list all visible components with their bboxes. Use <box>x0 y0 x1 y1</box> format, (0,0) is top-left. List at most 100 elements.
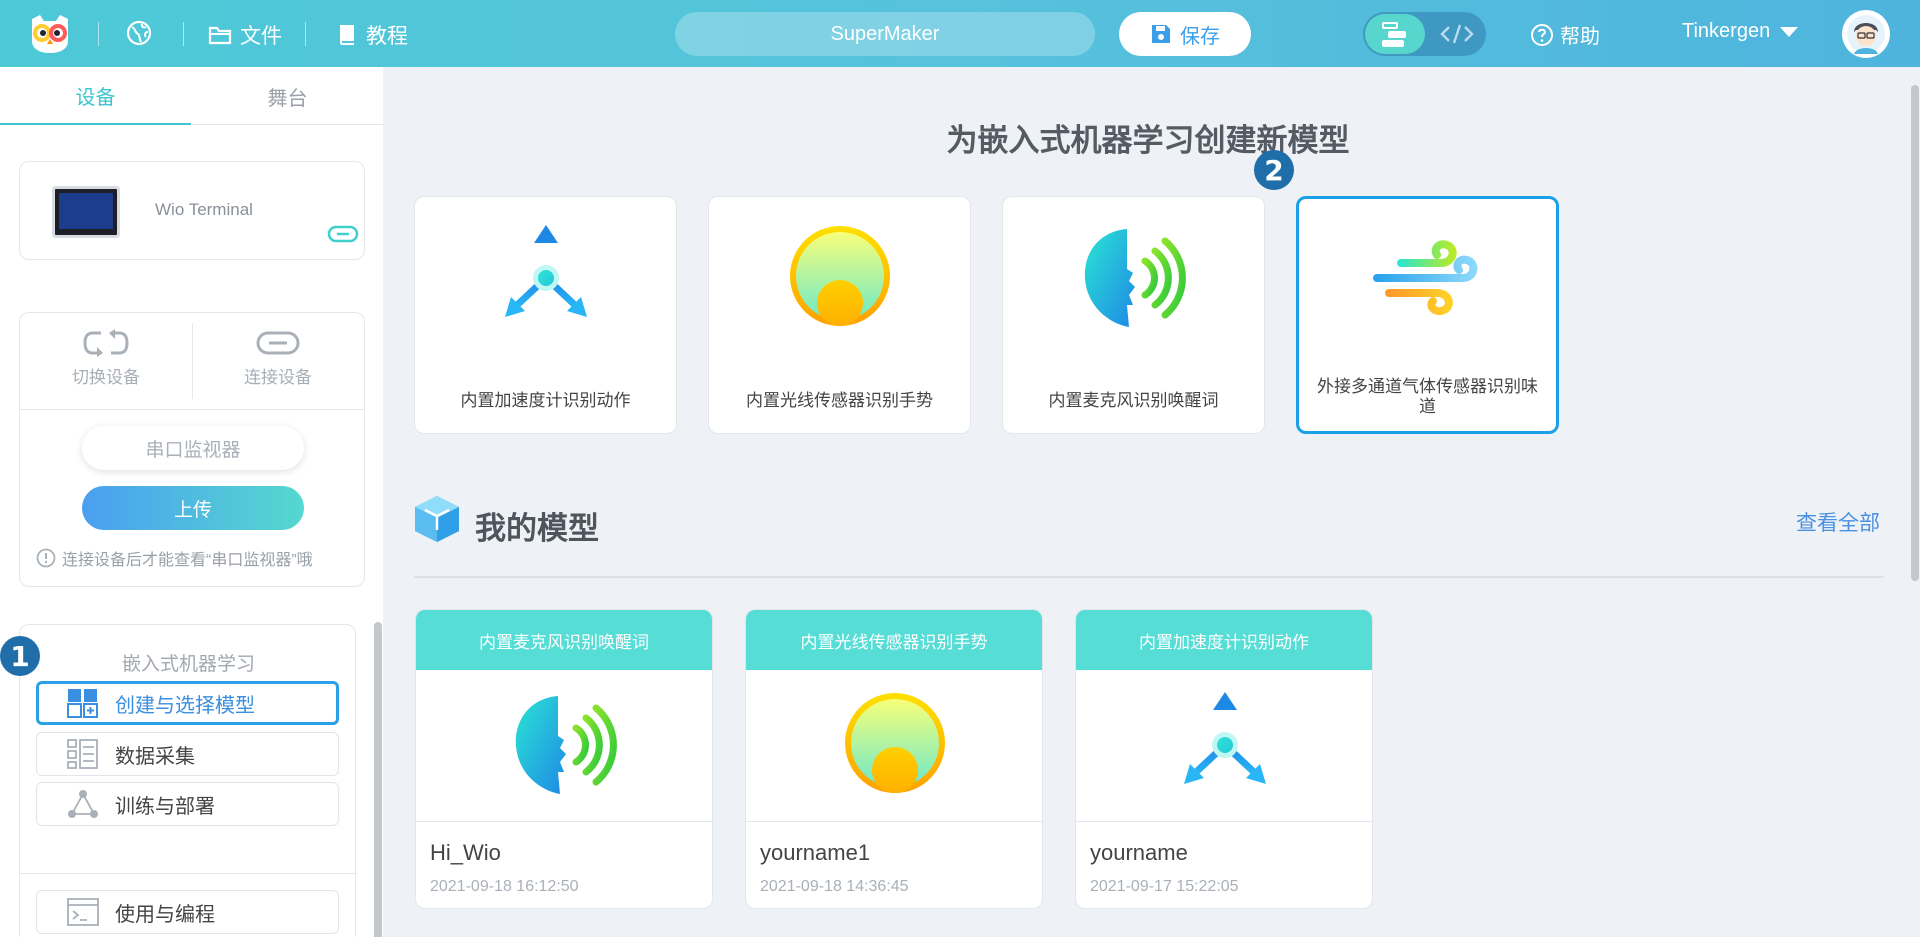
model-name: Hi_Wio <box>430 840 501 865</box>
network-triangle-icon <box>68 790 98 818</box>
template-card-accelerometer[interactable]: 内置加速度计识别动作 <box>414 196 677 434</box>
ml-workflow-panel: 嵌入式机器学习 创建与选择模型 数据采集 训练与部署 使用与编程 <box>19 624 357 937</box>
connect-device-label: 连接设备 <box>244 368 312 387</box>
template-card-microphone[interactable]: 内置麦克风识别唤醒词 <box>1002 196 1265 434</box>
language-globe-icon[interactable] <box>126 20 152 46</box>
avatar[interactable] <box>1842 10 1890 58</box>
model-type-header: 内置光线传感器识别手势 <box>746 610 1042 670</box>
help-link[interactable]: 帮助 <box>1530 20 1600 49</box>
model-card[interactable]: 内置麦克风识别唤醒词 Hi_Wio 2021-09-18 16:12:50 <box>415 609 713 909</box>
model-grid-icon <box>67 689 98 718</box>
code-mode-icon[interactable] <box>1429 14 1484 54</box>
model-name: yourname <box>1090 840 1188 865</box>
light-sensor-icon <box>840 690 950 800</box>
connect-link-icon <box>256 331 300 355</box>
microphone-voice-icon <box>510 690 620 800</box>
gas-sensor-icon <box>1371 223 1481 333</box>
link-icon <box>327 224 359 249</box>
device-name: Wio Terminal <box>155 200 253 219</box>
tutorial-menu[interactable]: 教程 <box>338 20 408 50</box>
folder-icon <box>208 26 232 45</box>
divider <box>414 576 1884 578</box>
step-badge-1: 1 <box>0 636 40 676</box>
data-collection-icon <box>67 739 98 769</box>
template-label: 外接多通道气体传感器识别味道 <box>1317 377 1538 416</box>
save-button[interactable]: 保存 <box>1119 12 1251 56</box>
floppy-disk-icon <box>1152 25 1170 43</box>
sidebar-scrollbar[interactable] <box>374 622 382 937</box>
separator <box>98 22 99 46</box>
save-button-label: 保存 <box>1180 25 1220 48</box>
accelerometer-icon <box>1170 690 1280 800</box>
switch-device-label: 切换设备 <box>72 368 140 387</box>
info-exclamation-icon <box>36 548 56 568</box>
sidebar-item-label: 创建与选择模型 <box>115 694 255 717</box>
accelerometer-icon <box>491 223 601 333</box>
file-menu[interactable]: 文件 <box>208 20 282 50</box>
sidebar-item-label: 使用与编程 <box>115 903 215 926</box>
top-bar: 文件 教程 保存 帮助 Tinkergen <box>0 0 1920 67</box>
model-date: 2021-09-18 16:12:50 <box>430 878 579 895</box>
divider <box>192 323 193 399</box>
divider <box>20 409 364 410</box>
user-menu[interactable]: Tinkergen <box>1682 20 1799 43</box>
template-card-light-sensor[interactable]: 内置光线传感器识别手势 <box>708 196 971 434</box>
sidebar-item-data-collection[interactable]: 数据采集 <box>36 732 339 776</box>
model-card[interactable]: 内置光线传感器识别手势 yourname1 2021-09-18 14:36:4… <box>745 609 1043 909</box>
model-type-header: 内置加速度计识别动作 <box>1076 610 1372 670</box>
template-card-gas-sensor[interactable]: 外接多通道气体传感器识别味道 <box>1296 196 1559 434</box>
model-name: yourname1 <box>760 840 871 865</box>
serial-hint: 连接设备后才能查看“串口监视器”哦 <box>36 546 313 570</box>
main-content: 为嵌入式机器学习创建新模型 内置加速度计识别动作 内置光线传感器识别手势 内置麦… <box>383 67 1920 937</box>
owl-logo-icon[interactable] <box>28 13 72 53</box>
model-type-header: 内置麦克风识别唤醒词 <box>416 610 712 670</box>
model-date: 2021-09-17 15:22:05 <box>1090 878 1239 895</box>
divider <box>416 821 712 822</box>
caret-down-icon <box>1780 26 1799 37</box>
divider <box>746 821 1042 822</box>
sidebar-item-create-model[interactable]: 创建与选择模型 <box>36 681 339 725</box>
cube-icon <box>413 494 461 549</box>
device-card[interactable]: Wio Terminal <box>19 161 365 260</box>
project-name-input[interactable] <box>675 12 1095 56</box>
serial-monitor-button[interactable]: 串口监视器 <box>82 426 304 470</box>
template-label: 内置加速度计识别动作 <box>460 391 631 410</box>
serial-hint-text: 连接设备后才能查看“串口监视器”哦 <box>62 552 313 569</box>
switch-device-button[interactable]: 切换设备 <box>36 329 176 393</box>
sidebar-tabs: 设备 舞台 <box>0 67 383 125</box>
page-title: 为嵌入式机器学习创建新模型 <box>946 123 1350 158</box>
sidebar-item-train-deploy[interactable]: 训练与部署 <box>36 782 339 826</box>
tab-device[interactable]: 设备 <box>0 67 191 125</box>
question-circle-icon <box>1531 23 1553 46</box>
ml-panel-title: 嵌入式机器学习 <box>121 654 255 675</box>
connect-device-button[interactable]: 连接设备 <box>208 329 348 393</box>
sidebar: 设备 舞台 Wio Terminal 切换设备 连接设备 串口监视器 上传 连接… <box>0 67 383 937</box>
editor-mode-toggle[interactable] <box>1363 12 1486 56</box>
view-all-link[interactable]: 查看全部 <box>1796 507 1880 537</box>
separator <box>305 22 306 46</box>
main-scrollbar[interactable] <box>1911 85 1919 581</box>
device-operations-panel: 切换设备 连接设备 串口监视器 上传 连接设备后才能查看“串口监视器”哦 <box>19 312 365 587</box>
my-models-heading: 我的模型 <box>475 511 599 546</box>
separator <box>183 22 184 46</box>
sidebar-item-label: 数据采集 <box>115 745 195 768</box>
tab-stage[interactable]: 舞台 <box>192 67 383 125</box>
model-date: 2021-09-18 14:36:45 <box>760 878 909 895</box>
user-avatar-icon <box>1847 15 1885 54</box>
divider <box>20 873 357 874</box>
switch-device-icon <box>83 329 129 357</box>
file-menu-label: 文件 <box>240 25 282 48</box>
tutorial-menu-label: 教程 <box>366 25 408 48</box>
microphone-voice-icon <box>1079 223 1189 333</box>
upload-button[interactable]: 上传 <box>82 486 304 530</box>
step-badge-2: 2 <box>1254 150 1294 190</box>
sidebar-item-label: 训练与部署 <box>115 795 215 818</box>
help-label: 帮助 <box>1560 26 1600 48</box>
light-sensor-icon <box>785 223 895 333</box>
model-card[interactable]: 内置加速度计识别动作 yourname 2021-09-17 15:22:05 <box>1075 609 1373 909</box>
template-label: 内置麦克风识别唤醒词 <box>1048 391 1219 410</box>
terminal-icon <box>67 898 99 926</box>
blocks-mode-icon[interactable] <box>1365 14 1425 54</box>
sidebar-item-use-program[interactable]: 使用与编程 <box>36 890 339 934</box>
template-label: 内置光线传感器识别手势 <box>746 391 933 410</box>
